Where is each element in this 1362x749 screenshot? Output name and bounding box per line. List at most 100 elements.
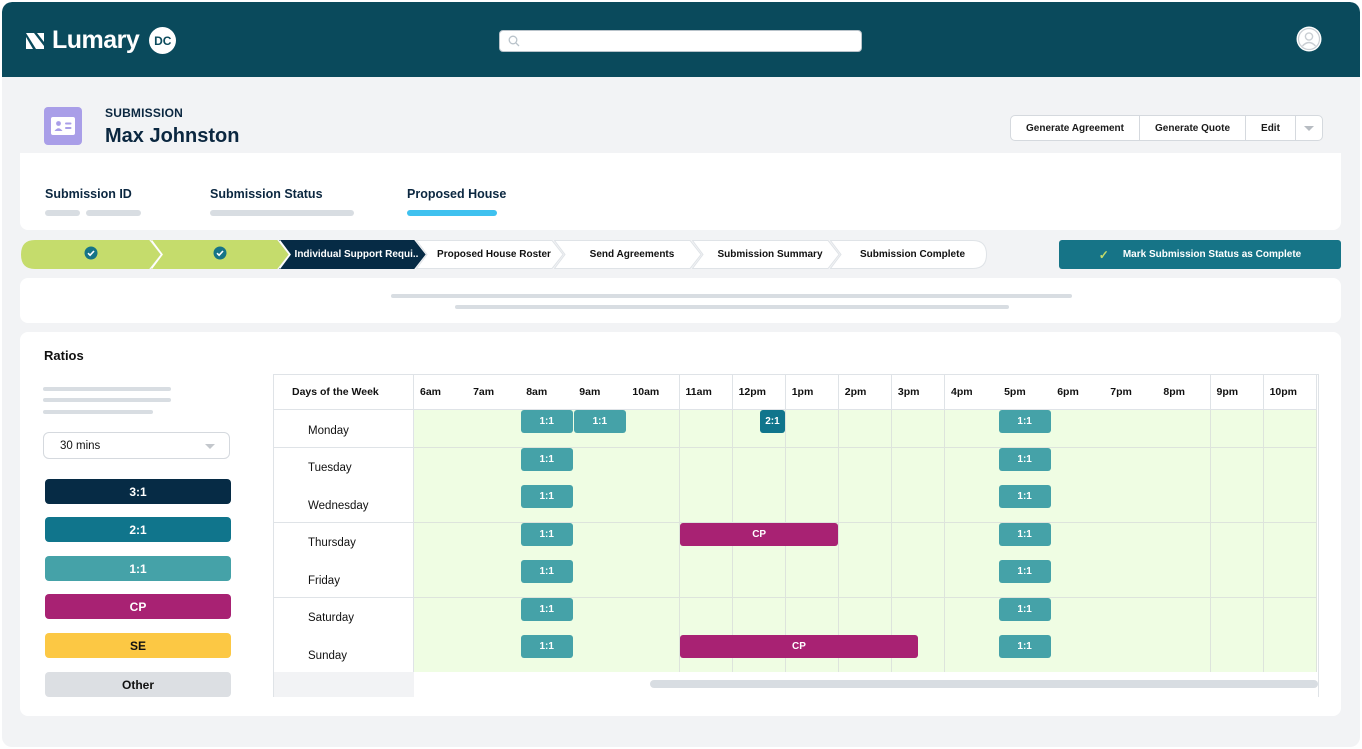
time-slot[interactable] [1051, 410, 1105, 448]
path-step-6[interactable]: Submission Summary [692, 240, 840, 269]
schedule-block-1-to-1[interactable]: 1:1 [520, 522, 573, 546]
time-slot[interactable] [1104, 635, 1158, 673]
time-slot[interactable] [1263, 410, 1318, 448]
schedule-block-1-to-1[interactable]: 1:1 [573, 410, 626, 433]
time-slot[interactable] [1210, 410, 1265, 448]
time-slot[interactable] [891, 485, 946, 523]
time-slot[interactable] [945, 560, 999, 598]
time-slot[interactable] [1263, 447, 1318, 486]
time-slot[interactable] [1104, 560, 1158, 598]
legend-item-cp[interactable]: CP [45, 594, 231, 619]
more-actions-dropdown[interactable] [1296, 116, 1322, 140]
time-slot[interactable] [1051, 560, 1105, 598]
time-slot[interactable] [467, 447, 521, 486]
time-slot[interactable] [945, 597, 999, 636]
time-slot[interactable] [467, 560, 521, 598]
time-slot[interactable] [1157, 410, 1211, 448]
path-step-1[interactable] [21, 240, 161, 269]
time-slot[interactable] [891, 597, 946, 636]
time-slot[interactable] [626, 597, 680, 636]
time-slot[interactable] [945, 635, 999, 673]
schedule-block-cp[interactable]: CP [680, 522, 839, 546]
path-step-2[interactable] [151, 240, 289, 269]
legend-item-other[interactable]: Other [45, 672, 231, 697]
schedule-block-2-to-1[interactable]: 2:1 [759, 410, 786, 433]
schedule-block-1-to-1[interactable]: 1:1 [520, 485, 573, 508]
time-slot[interactable] [1210, 635, 1265, 673]
time-slot[interactable] [467, 410, 521, 448]
legend-item-se[interactable]: SE [45, 633, 231, 658]
time-slot[interactable] [891, 522, 946, 561]
time-slot[interactable] [945, 447, 999, 486]
time-slot[interactable] [1157, 485, 1211, 523]
time-slot[interactable] [732, 597, 787, 636]
schedule-block-1-to-1[interactable]: 1:1 [998, 522, 1051, 546]
schedule-block-1-to-1[interactable]: 1:1 [998, 410, 1051, 433]
time-slot[interactable] [891, 447, 946, 486]
time-slot[interactable] [1210, 597, 1265, 636]
time-slot[interactable] [1263, 560, 1318, 598]
time-slot[interactable] [1157, 635, 1211, 673]
schedule-block-1-to-1[interactable]: 1:1 [998, 447, 1051, 471]
time-slot[interactable] [1051, 522, 1105, 561]
legend-item-2-to-1[interactable]: 2:1 [45, 517, 231, 542]
path-step-3[interactable]: Individual Support Requi.. [279, 240, 426, 269]
schedule-block-cp[interactable]: CP [680, 635, 918, 658]
time-slot[interactable] [1104, 447, 1158, 486]
time-slot[interactable] [785, 447, 840, 486]
time-slot[interactable] [467, 522, 521, 561]
time-slot[interactable] [1157, 560, 1211, 598]
schedule-block-1-to-1[interactable]: 1:1 [998, 485, 1051, 508]
time-slot[interactable] [573, 560, 627, 598]
path-step-5[interactable]: Send Agreements [554, 240, 702, 269]
time-slot[interactable] [414, 485, 468, 523]
horizontal-scrollbar[interactable] [274, 672, 1318, 697]
schedule-block-1-to-1[interactable]: 1:1 [520, 410, 573, 433]
time-slot[interactable] [573, 597, 627, 636]
legend-item-3-to-1[interactable]: 3:1 [45, 479, 231, 504]
time-slot[interactable] [732, 560, 787, 598]
time-slot[interactable] [1104, 522, 1158, 561]
generate-agreement-button[interactable]: Generate Agreement [1011, 116, 1140, 140]
time-slot[interactable] [467, 597, 521, 636]
schedule-block-1-to-1[interactable]: 1:1 [998, 635, 1051, 658]
time-slot[interactable] [414, 522, 468, 561]
time-slot[interactable] [467, 635, 521, 673]
time-slot[interactable] [785, 485, 840, 523]
time-slot[interactable] [1104, 597, 1158, 636]
edit-button[interactable]: Edit [1246, 116, 1296, 140]
schedule-block-1-to-1[interactable]: 1:1 [998, 597, 1051, 621]
time-slot[interactable] [732, 485, 787, 523]
search-input[interactable] [526, 32, 856, 50]
path-step-4[interactable]: Proposed House Roster [416, 240, 564, 269]
time-slot[interactable] [626, 522, 680, 561]
time-slot[interactable] [891, 560, 946, 598]
time-slot[interactable] [573, 522, 627, 561]
legend-item-1-to-1[interactable]: 1:1 [45, 556, 231, 581]
time-slot[interactable] [732, 447, 787, 486]
time-slot[interactable] [1210, 485, 1265, 523]
schedule-block-1-to-1[interactable]: 1:1 [520, 635, 573, 658]
global-search[interactable] [499, 30, 862, 52]
time-slot[interactable] [1263, 522, 1318, 561]
time-slot[interactable] [573, 447, 627, 486]
time-slot[interactable] [626, 485, 680, 523]
time-slot[interactable] [1051, 597, 1105, 636]
time-slot[interactable] [945, 485, 999, 523]
time-slot[interactable] [1263, 635, 1318, 673]
time-slot[interactable] [1157, 522, 1211, 561]
brand-logo[interactable]: Lumary DC [24, 26, 177, 55]
user-avatar-icon[interactable] [1296, 26, 1322, 52]
time-slot[interactable] [1104, 410, 1158, 448]
time-slot[interactable] [626, 447, 680, 486]
schedule-block-1-to-1[interactable]: 1:1 [520, 597, 573, 621]
scrollbar-thumb[interactable] [650, 680, 1318, 688]
mark-status-complete-button[interactable]: ✓ Mark Submission Status as Complete [1059, 240, 1341, 269]
time-slot[interactable] [785, 410, 840, 448]
time-slot[interactable] [1157, 447, 1211, 486]
time-slot[interactable] [414, 635, 468, 673]
time-slot[interactable] [1051, 635, 1105, 673]
time-slot[interactable] [626, 560, 680, 598]
time-slot[interactable] [1263, 597, 1318, 636]
time-slot[interactable] [414, 410, 468, 448]
